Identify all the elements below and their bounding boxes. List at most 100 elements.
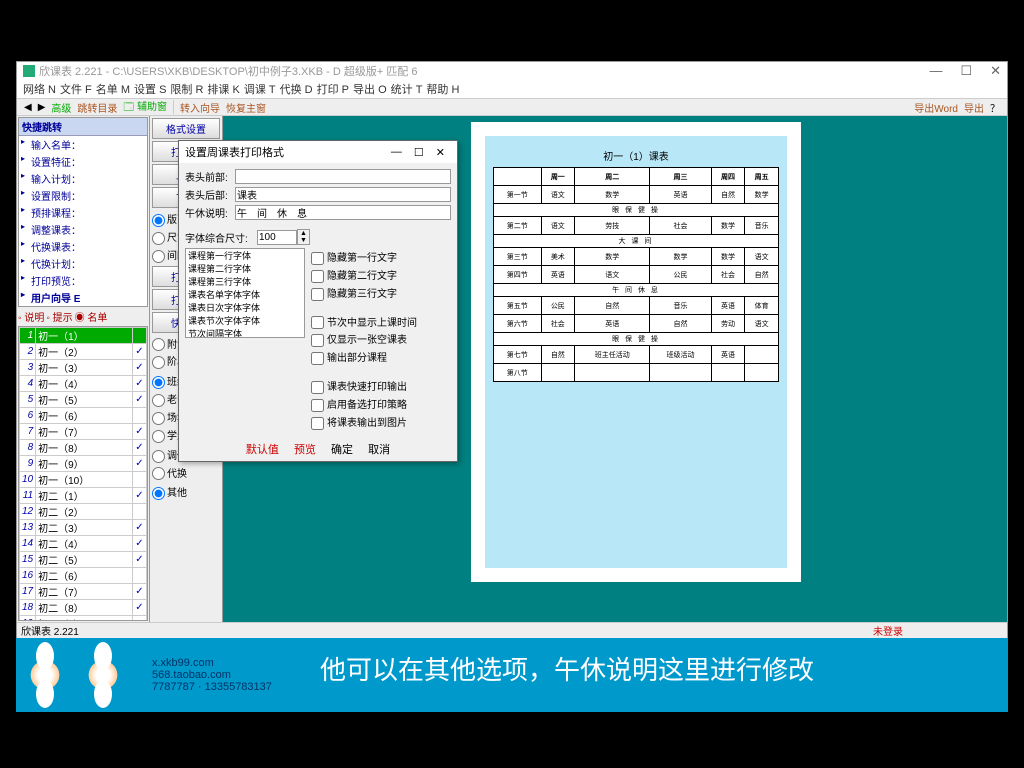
forward-button[interactable]: ▶ [35, 102, 49, 113]
tab-hint[interactable]: ◦ 提示 [46, 309, 72, 324]
class-row[interactable]: 18初二（8）✓ [20, 600, 147, 616]
nav-input-list[interactable]: 输入名单： [19, 136, 147, 153]
class-row[interactable]: 11初二（1）✓ [20, 488, 147, 504]
check-option[interactable]: 隐藏第三行文字 [311, 284, 417, 302]
nav-sub-plan[interactable]: 代换计划： [19, 255, 147, 272]
head-back-input[interactable] [235, 187, 451, 202]
head-front-input[interactable] [235, 169, 451, 184]
check-option[interactable]: 仅显示一张空课表 [311, 330, 417, 348]
class-row[interactable]: 3初一（3）✓ [20, 360, 147, 376]
check-option[interactable]: 课表快速打印输出 [311, 377, 417, 395]
font-item[interactable]: 课表节次字体字体 [186, 314, 304, 327]
menu-schedule[interactable]: 排课 K [207, 81, 239, 97]
export-word-button[interactable]: 导出Word [911, 100, 961, 115]
preview-button[interactable]: 预览 [294, 444, 316, 456]
class-row[interactable]: 1初一（1） [20, 328, 147, 344]
check-option[interactable]: 隐藏第二行文字 [311, 266, 417, 284]
nav-adjust[interactable]: 调整课表： [19, 221, 147, 238]
menu-network[interactable]: 网络 N [23, 81, 56, 97]
dialog-close[interactable]: ✕ [430, 146, 451, 159]
lunch-input[interactable] [235, 205, 451, 220]
aux-window-button[interactable]: 🗔 辅助窗 [120, 98, 170, 117]
check-option[interactable]: 输出部分课程 [311, 348, 417, 366]
class-row[interactable]: 12初二（2） [20, 504, 147, 520]
dialog-minimize[interactable]: — [385, 146, 408, 158]
class-row[interactable]: 15初二（5）✓ [20, 552, 147, 568]
class-row[interactable]: 6初一（6） [20, 408, 147, 424]
check-option[interactable]: 启用备选打印策略 [311, 395, 417, 413]
radio-sub[interactable]: 代换 [152, 464, 220, 482]
default-button[interactable]: 默认值 [246, 444, 279, 456]
period-row: 第六节社会英语自然劳动语文 [494, 315, 779, 333]
nav-set-feature[interactable]: 设置特征： [19, 153, 147, 170]
goto-toc-button[interactable]: 跳转目录 [74, 100, 120, 115]
font-item[interactable]: 课表日次字体字体 [186, 301, 304, 314]
dialog-maximize[interactable]: ☐ [408, 146, 430, 159]
nav-user-guide[interactable]: 用户向导 E [19, 289, 147, 306]
class-row[interactable]: 13初二（3）✓ [20, 520, 147, 536]
nav-print-preview[interactable]: 打印预览： [19, 272, 147, 289]
overlay-url: x.xkb99.com [152, 657, 272, 669]
fontsize-input[interactable] [257, 230, 297, 245]
close-button[interactable]: ✕ [990, 63, 1001, 79]
ok-button[interactable]: 确定 [331, 444, 353, 456]
menu-stats[interactable]: 统计 T [391, 81, 423, 97]
class-row[interactable]: 9初一（9）✓ [20, 456, 147, 472]
menu-adjust[interactable]: 调课 T [244, 81, 276, 97]
check-option[interactable]: 节次中显示上课时间 [311, 313, 417, 331]
maximize-button[interactable]: ☐ [960, 63, 972, 79]
class-row[interactable]: 10初一（10） [20, 472, 147, 488]
tab-info[interactable]: ◦ 说明 [18, 309, 44, 324]
radio-other[interactable]: 其他 [152, 483, 220, 501]
check-option[interactable]: 隐藏第一行文字 [311, 248, 417, 266]
tab-names[interactable]: ◉ 名单 [75, 309, 108, 324]
nav-substitute[interactable]: 代换课表： [19, 238, 147, 255]
menu-settings[interactable]: 设置 S [134, 81, 166, 97]
lunch-label: 午休说明: [185, 205, 235, 220]
advanced-button[interactable]: 高级 [48, 100, 74, 115]
window-title: 欣课表 2.221 - C:\USERS\XKB\DESKTOP\初中例子3.X… [39, 63, 417, 79]
class-row[interactable]: 19初二（9） [20, 616, 147, 622]
video-subtitle: 他可以在其他选项，午休说明这里进行修改 [320, 650, 814, 687]
class-row[interactable]: 8初一（8）✓ [20, 440, 147, 456]
quick-nav: 快捷跳转 输入名单： 设置特征： 输入计划： 设置限制： 预排课程： 调整课表：… [18, 117, 148, 307]
menu-help[interactable]: 帮助 H [426, 81, 459, 97]
class-row[interactable]: 14初二（4）✓ [20, 536, 147, 552]
period-row: 第八节 [494, 364, 779, 382]
export-button[interactable]: 导出 [961, 100, 987, 115]
font-item[interactable]: 课表名单字体字体 [186, 288, 304, 301]
class-row[interactable]: 7初一（7）✓ [20, 424, 147, 440]
nav-input-plan[interactable]: 输入计划： [19, 170, 147, 187]
class-row[interactable]: 16初二（6） [20, 568, 147, 584]
nav-presort[interactable]: 预排课程： [19, 204, 147, 221]
menu-substitute[interactable]: 代换 D [280, 81, 313, 97]
font-list[interactable]: 课程第一行字体课程第二行字体课程第三行字体课表名单字体字体课表日次字体字体课表节… [185, 248, 305, 338]
font-item[interactable]: 课程第一行字体 [186, 249, 304, 262]
font-item[interactable]: 课程第三行字体 [186, 275, 304, 288]
restore-main-button[interactable]: 恢复主窗 [223, 100, 269, 115]
nav-set-limit[interactable]: 设置限制： [19, 187, 147, 204]
head-front-label: 表头前部: [185, 169, 235, 184]
format-button[interactable]: 格式设置 [152, 118, 220, 139]
menu-file[interactable]: 文件 F [60, 81, 92, 97]
font-item[interactable]: 课程第二行字体 [186, 262, 304, 275]
minimize-button[interactable]: — [929, 63, 942, 79]
wizard-button[interactable]: 转入向导 [177, 100, 223, 115]
class-row[interactable]: 2初一（2）✓ [20, 344, 147, 360]
menu-print[interactable]: 打印 P [317, 81, 349, 97]
help-icon[interactable]: ？ [987, 100, 1003, 115]
class-row[interactable]: 5初一（5）✓ [20, 392, 147, 408]
fontsize-label: 字体综合尺寸: [185, 230, 257, 245]
timetable-paper: 初一（1）课表 周一周二周三周四周五第一节语文数学英语自然数学眼 保 健 操第二… [471, 122, 801, 582]
menu-limit[interactable]: 限制 R [170, 81, 203, 97]
class-row[interactable]: 4初一（4）✓ [20, 376, 147, 392]
spinner-icon[interactable]: ▲▼ [297, 229, 310, 245]
class-list[interactable]: 1初一（1）2初一（2）✓3初一（3）✓4初一（4）✓5初一（5）✓6初一（6）… [18, 326, 148, 621]
menu-export[interactable]: 导出 O [353, 81, 387, 97]
check-option[interactable]: 将课表输出到图片 [311, 413, 417, 431]
menu-list[interactable]: 名单 M [96, 81, 130, 97]
font-item[interactable]: 节次间隔字体 [186, 327, 304, 338]
back-button[interactable]: ◀ [21, 102, 35, 113]
class-row[interactable]: 17初二（7）✓ [20, 584, 147, 600]
cancel-button[interactable]: 取消 [368, 444, 390, 456]
